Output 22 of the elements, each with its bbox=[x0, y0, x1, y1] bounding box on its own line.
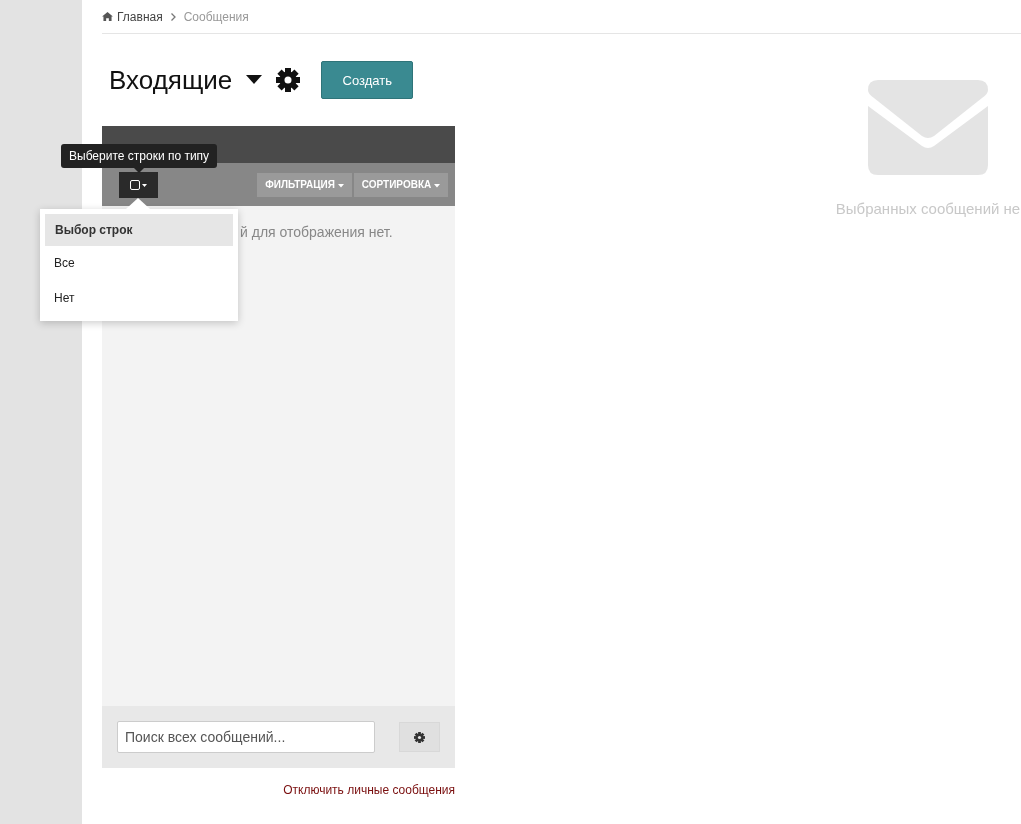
select-rows-button[interactable] bbox=[119, 171, 158, 198]
caret-icon bbox=[337, 184, 344, 188]
caret-icon bbox=[434, 184, 440, 188]
checkbox-caret-icon bbox=[129, 179, 148, 190]
empty-message: й для отображения нет. bbox=[240, 224, 393, 240]
menu-item[interactable]: Нет bbox=[45, 281, 233, 316]
home-icon bbox=[102, 12, 113, 21]
breadcrumb-current: Сообщения bbox=[183, 9, 249, 24]
chevron-icon bbox=[170, 12, 176, 21]
tooltip: Выберите строки по типу bbox=[61, 144, 218, 168]
breadcrumb-link[interactable]: Главная bbox=[117, 9, 163, 24]
caret-icon[interactable] bbox=[246, 75, 263, 85]
settings-icon bbox=[414, 731, 425, 743]
settings-button[interactable] bbox=[399, 722, 440, 752]
create-button[interactable]: Создать bbox=[321, 61, 414, 99]
search-field[interactable]: Поиск всех сообщений... bbox=[117, 721, 375, 753]
menu-item[interactable]: Все bbox=[45, 246, 233, 281]
page-title: Входящие bbox=[109, 64, 233, 96]
disable-messages-link[interactable]: Отключить личные сообщения bbox=[283, 783, 455, 797]
settings-icon[interactable] bbox=[276, 68, 301, 92]
menu-header: Выбор строк bbox=[45, 214, 233, 246]
envelope-icon bbox=[868, 80, 988, 175]
